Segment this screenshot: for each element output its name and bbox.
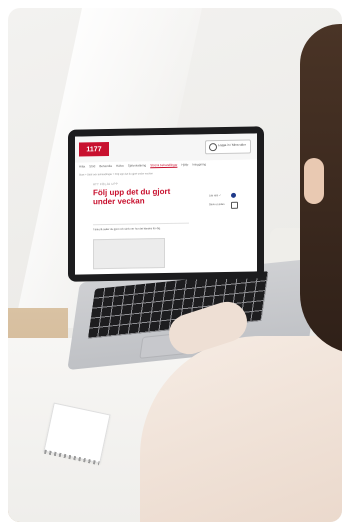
logo[interactable]: 1177 [79, 141, 109, 157]
print-link[interactable]: Skriv ut sidan [209, 203, 225, 206]
laptop-screen: 1177 Logga in / Mina sidor Hitta Stöd Be… [75, 133, 257, 275]
notebook [43, 402, 111, 466]
login-label: Logga in / Mina sidor [218, 142, 246, 148]
site-header: 1177 Logga in / Mina sidor [75, 133, 257, 163]
nav-item[interactable]: Hitta [79, 164, 85, 171]
nav-item[interactable]: Inloggning [192, 162, 206, 169]
instruction-text: Tänk på saker du gjort och skriv ner hur… [93, 227, 161, 232]
eyebrow-label: ATT FÖLJA UPP [93, 181, 118, 187]
print-icon[interactable] [231, 201, 238, 209]
answer-textarea[interactable] [93, 238, 165, 270]
user-icon [209, 143, 217, 152]
nav-item[interactable]: Självskattning [128, 163, 147, 170]
nav-item[interactable]: Stöd [89, 164, 95, 171]
photo-scene: 1177 Logga in / Mina sidor Hitta Stöd Be… [8, 8, 342, 522]
read-aloud-link[interactable]: Läs upp ✓ [209, 194, 221, 197]
person-cheek [304, 158, 324, 204]
nav-item[interactable]: Hjälp [181, 163, 188, 170]
main-nav: Hitta Stöd Behandla Hälsa Självskattning… [75, 161, 257, 171]
page-title: Följ upp det du gjort under veckan [93, 186, 171, 207]
nav-item[interactable]: Behandla [99, 164, 112, 171]
breadcrumb[interactable]: Start > Stöd och behandlingar > Följ upp… [79, 172, 153, 176]
login-button[interactable]: Logga in / Mina sidor [205, 139, 251, 155]
laptop-lid: 1177 Logga in / Mina sidor Hitta Stöd Be… [68, 126, 264, 282]
speaker-icon[interactable] [231, 192, 236, 198]
nav-item[interactable]: Hälsa [116, 164, 124, 171]
divider [93, 222, 189, 226]
nav-item-active[interactable]: Stöd & behandlingar [150, 163, 177, 170]
